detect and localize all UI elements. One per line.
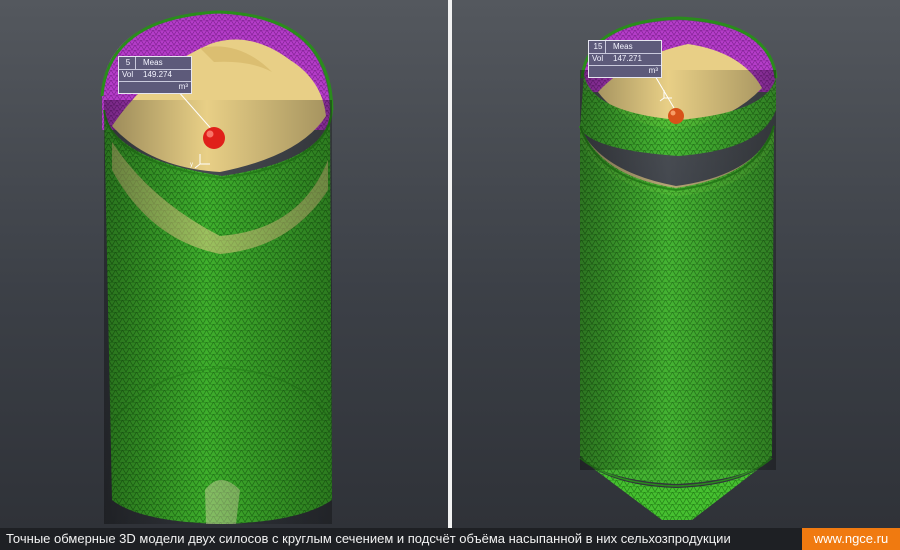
viewport-left[interactable]: y 5 Meas Vol 149.274 m³ (0, 0, 448, 528)
volume-measure-label-right[interactable]: 15 Meas Vol 147.271 m³ (588, 40, 662, 78)
red-sphere-icon (203, 127, 225, 149)
svg-text:y: y (190, 162, 193, 168)
measure-unit: m³ (648, 66, 658, 75)
caption-bar: Точные обмерные 3D модели двух силосов с… (0, 528, 900, 550)
viewport-right[interactable]: 15 Meas Vol 147.271 m³ (452, 0, 900, 528)
caption-text: Точные обмерные 3D модели двух силосов с… (6, 531, 731, 546)
silo-model-left[interactable]: y (0, 0, 448, 528)
measure-value: 147.271 (613, 54, 642, 63)
measure-value: 149.274 (143, 70, 172, 79)
measure-id: 5 (121, 57, 136, 69)
measure-label: Vol (122, 70, 134, 79)
measure-title: Meas (613, 42, 633, 51)
silo-model-right[interactable] (452, 0, 900, 528)
measure-id: 15 (591, 41, 606, 53)
site-link[interactable]: www.ngce.ru (802, 528, 900, 550)
measure-label: Vol (592, 54, 604, 63)
volume-measure-label-left[interactable]: 5 Meas Vol 149.274 m³ (118, 56, 192, 94)
measure-title: Meas (143, 58, 163, 67)
orange-sphere-icon (668, 108, 684, 124)
measure-unit: m³ (178, 82, 188, 91)
